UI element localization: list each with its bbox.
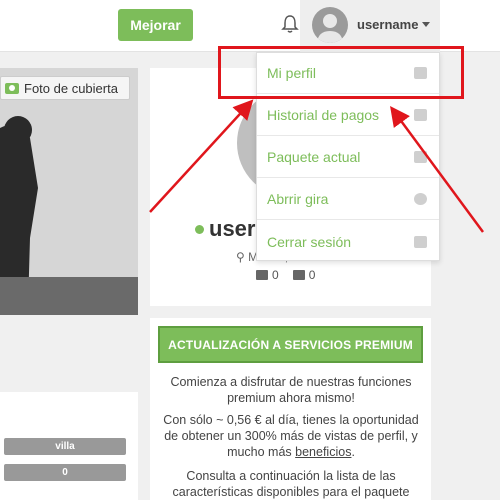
friends-stat[interactable]: 0 (256, 268, 279, 282)
premium-card: ACTUALIZACIÓN A SERVICIOS PREMIUM Comien… (150, 318, 431, 500)
online-status-dot (195, 225, 204, 234)
avatar (312, 7, 348, 43)
users-icon (256, 270, 268, 280)
highlight-box (218, 46, 464, 99)
cover-footer-bar (0, 277, 138, 315)
credit-card-icon (414, 109, 427, 121)
user-menu-toggle[interactable]: username (300, 0, 440, 52)
sign-out-icon (414, 235, 427, 248)
username-label: username (357, 17, 419, 32)
menu-item-label: Abrrir gira (267, 191, 329, 207)
globe-icon (414, 193, 427, 205)
upgrade-button[interactable]: Mejorar (118, 9, 193, 41)
camera-icon (5, 82, 19, 94)
menu-item-label: Historial de pagos (267, 107, 380, 123)
premium-benefits-text: Con sólo ~ 0,56 € al día, tienes la opor… (160, 412, 422, 460)
premium-upgrade-button[interactable]: ACTUALIZACIÓN A SERVICIOS PREMIUM (158, 326, 423, 363)
menu-item-current-package[interactable]: Paquete actual (257, 137, 439, 178)
map-marker-icon: ⚲ (236, 250, 249, 264)
info-pill-1: villa (4, 438, 126, 455)
bell-icon[interactable] (281, 14, 299, 34)
menu-item-payment-history[interactable]: Historial de pagos (257, 95, 439, 136)
menu-item-label: Cerrar sesión (267, 233, 352, 250)
photos-count: 0 (308, 268, 316, 282)
menu-item-label: Paquete actual (267, 149, 361, 165)
image-icon (292, 270, 305, 280)
top-navbar: Mejorar username (0, 0, 500, 52)
profile-stats: 0 0 (256, 268, 315, 282)
premium-benefits-pre: Con sólo ~ 0,56 € al día, tienes la opor… (163, 413, 419, 459)
left-info-panel: villa 0 (0, 392, 138, 500)
cover-photo-button[interactable]: Foto de cubierta (0, 76, 130, 100)
friends-count: 0 (272, 268, 279, 282)
avatar-silhouette-icon (317, 14, 343, 43)
package-icon (414, 151, 427, 163)
menu-item-logout[interactable]: Cerrar sesión (257, 221, 439, 262)
cover-photo-button-label: Foto de cubierta (24, 80, 118, 96)
premium-benefits-post: . (351, 445, 355, 459)
menu-item-open-tour[interactable]: Abrrir gira (257, 179, 439, 220)
photos-stat[interactable]: 0 (292, 268, 316, 282)
premium-features-text: Consulta a continuación la lista de las … (172, 469, 410, 499)
premium-intro-text: Comienza a disfrutar de nuestras funcion… (170, 375, 412, 405)
benefits-link[interactable]: beneficios (295, 445, 351, 459)
chevron-down-icon (422, 22, 430, 27)
info-pill-2: 0 (4, 464, 126, 481)
